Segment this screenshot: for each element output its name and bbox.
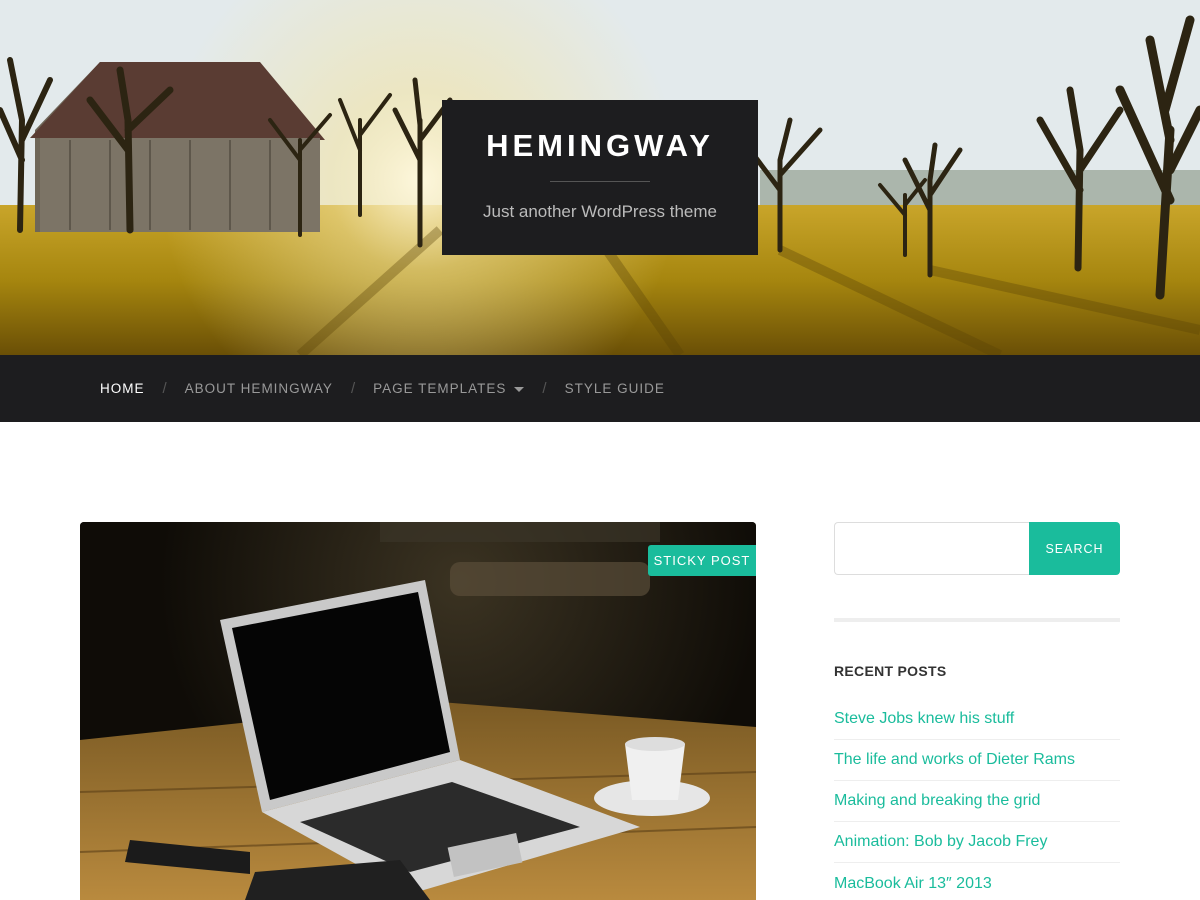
laptop-photo xyxy=(80,522,756,900)
nav-item-home[interactable]: HOME xyxy=(100,381,145,396)
nav-separator: / xyxy=(350,380,356,397)
widget-divider xyxy=(834,618,1120,622)
nav-item-label: ABOUT HEMINGWAY xyxy=(184,381,333,396)
recent-post-link[interactable]: Steve Jobs knew his stuff xyxy=(834,699,1120,740)
recent-post-link[interactable]: Making and breaking the grid xyxy=(834,781,1120,822)
site-description: Just another WordPress theme xyxy=(482,202,717,221)
recent-posts-title: RECENT POSTS xyxy=(834,663,947,679)
nav-item-page-templates[interactable]: PAGE TEMPLATES xyxy=(373,381,525,396)
main-navigation: HOME / ABOUT HEMINGWAY / PAGE TEMPLATES … xyxy=(0,355,1200,422)
site-title[interactable]: HEMINGWAY xyxy=(442,128,758,164)
site-header: HEMINGWAY Just another WordPress theme xyxy=(0,0,1200,355)
caret-down-icon xyxy=(514,386,525,392)
nav-item-label: STYLE GUIDE xyxy=(564,381,665,396)
recent-posts-list: Steve Jobs knew his stuff The life and w… xyxy=(834,699,1120,900)
recent-post-link[interactable]: The life and works of Dieter Rams xyxy=(834,740,1120,781)
site-title-box: HEMINGWAY Just another WordPress theme xyxy=(442,100,758,255)
nav-item-label: HOME xyxy=(100,381,145,396)
sticky-post-badge: STICKY POST xyxy=(648,545,756,576)
search-input[interactable] xyxy=(834,522,1030,575)
nav-separator: / xyxy=(162,380,167,397)
nav-item-style-guide[interactable]: STYLE GUIDE xyxy=(565,381,665,396)
post-featured-image[interactable] xyxy=(80,522,756,900)
title-divider xyxy=(550,181,650,182)
nav-item-about-hemingway[interactable]: ABOUT HEMINGWAY xyxy=(185,381,333,396)
nav-item-label: PAGE TEMPLATES xyxy=(373,381,507,396)
recent-post-link[interactable]: MacBook Air 13″ 2013 xyxy=(834,863,1120,900)
nav-list: HOME / ABOUT HEMINGWAY / PAGE TEMPLATES … xyxy=(100,355,665,422)
search-button[interactable]: SEARCH xyxy=(1029,522,1120,575)
nav-separator: / xyxy=(542,380,547,397)
recent-post-link[interactable]: Animation: Bob by Jacob Frey xyxy=(834,822,1120,863)
